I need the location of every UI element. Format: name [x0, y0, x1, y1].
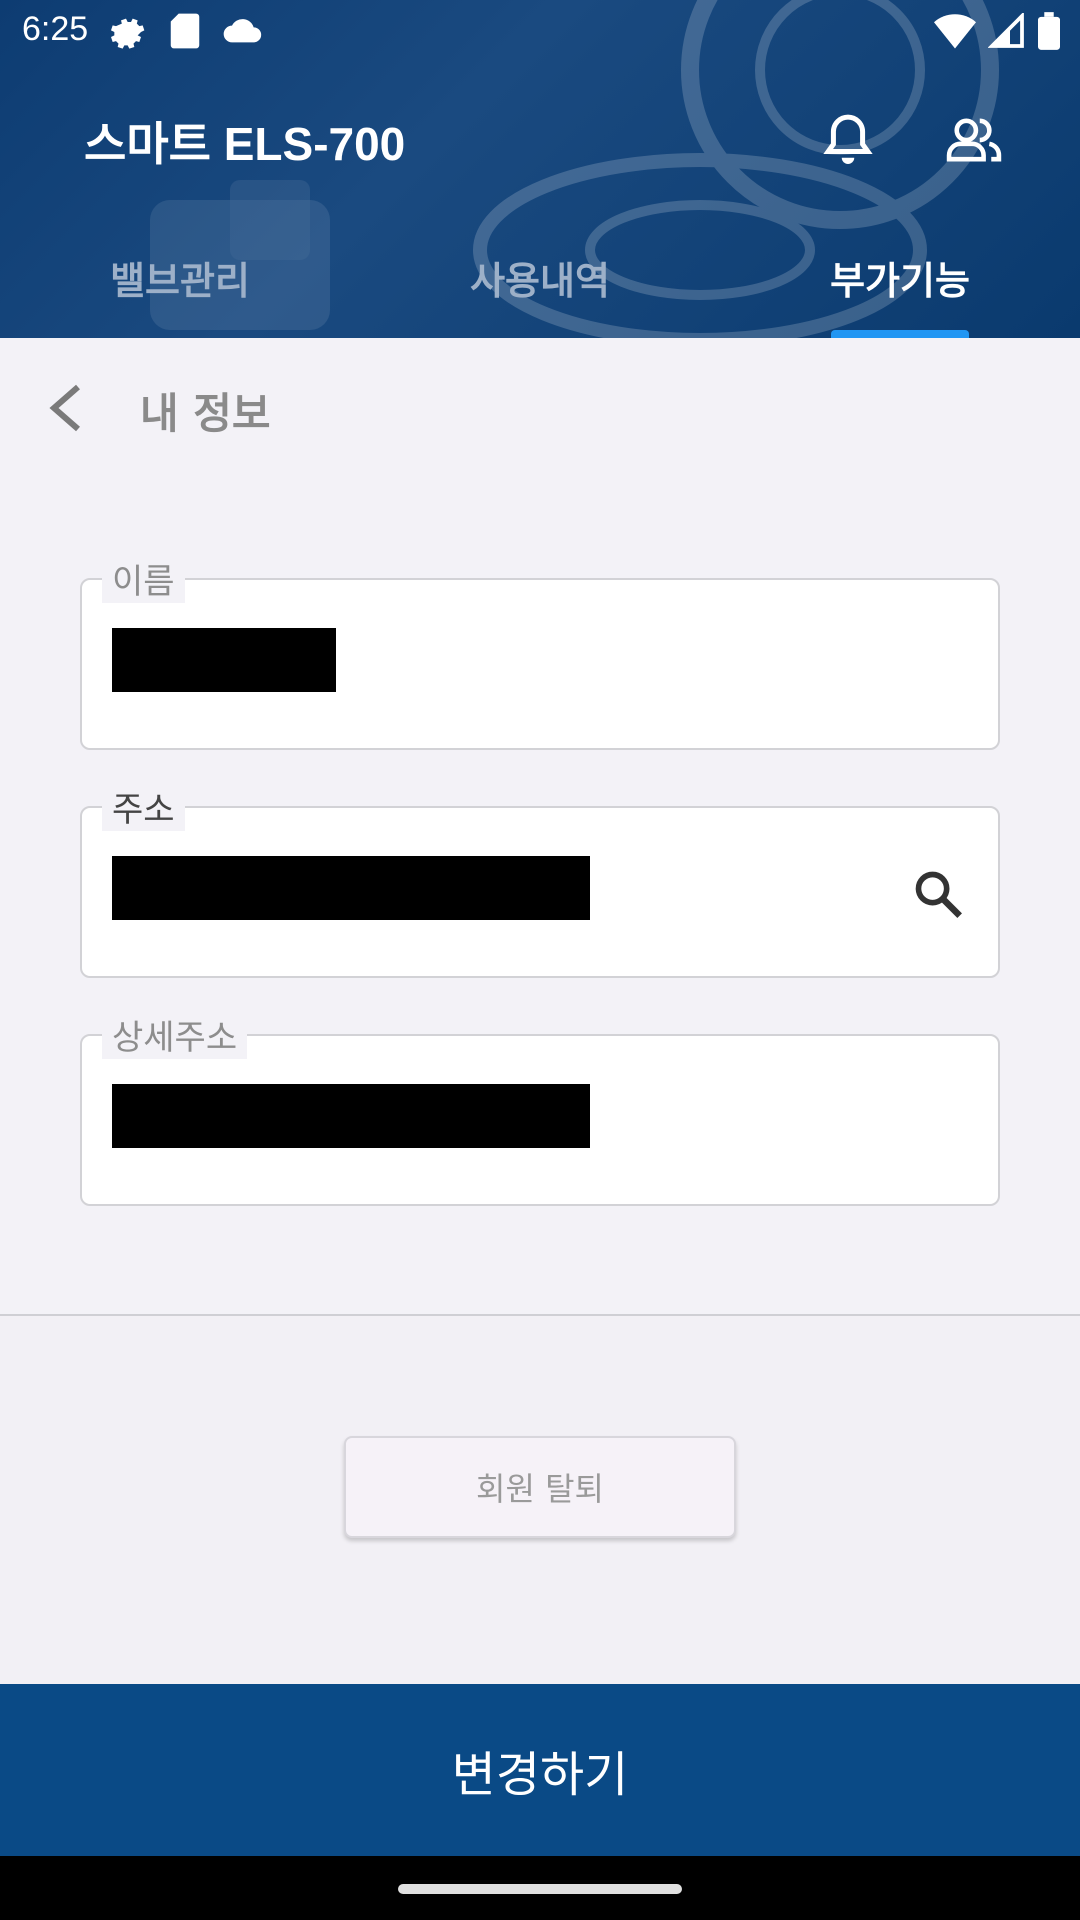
status-time: 6:25 [22, 10, 89, 48]
submit-change-button[interactable]: 변경하기 [0, 1684, 1080, 1856]
app-title: 스마트 ELS-700 [84, 118, 406, 170]
profile-card: 내 정보 이름 주소 상세주소 [0, 338, 1080, 1316]
name-value-redacted [112, 628, 336, 692]
tab-usage-history[interactable]: 사용내역 [360, 236, 720, 338]
tab-extra-features[interactable]: 부가기능 [720, 236, 1080, 338]
chevron-left-icon [49, 384, 80, 432]
address-detail-field-label: 상세주소 [102, 1010, 248, 1059]
address-detail-field[interactable]: 상세주소 [80, 1010, 1000, 1206]
notification-button[interactable] [816, 108, 880, 172]
bell-icon [823, 114, 873, 164]
name-field-label: 이름 [102, 554, 185, 603]
search-icon [915, 871, 962, 918]
battery-icon [1038, 12, 1060, 50]
wifi-icon [934, 14, 976, 49]
tab-label: 밸브관리 [110, 259, 250, 303]
name-field[interactable]: 이름 [80, 554, 1000, 750]
address-field-label: 주소 [102, 782, 185, 831]
address-value-redacted [112, 856, 590, 920]
settings-icon [111, 18, 145, 49]
app-header: 6:25 스마트 ELS-700 밸브관리 사용내역 부가기능 [0, 0, 1080, 338]
home-indicator[interactable] [398, 1884, 682, 1894]
tab-valve-management[interactable]: 밸브관리 [0, 236, 360, 338]
tab-active-indicator [831, 330, 969, 338]
back-button[interactable] [40, 378, 90, 438]
sub-header: 내 정보 [0, 338, 1080, 468]
status-bar: 6:25 [0, 0, 1080, 64]
people-icon [946, 118, 1002, 162]
account-button[interactable] [942, 108, 1006, 172]
page-title: 내 정보 [140, 389, 271, 438]
address-search-button[interactable] [912, 868, 964, 920]
sd-card-icon [170, 13, 200, 49]
signal-icon [988, 13, 1024, 48]
tab-label: 부가기능 [830, 259, 970, 303]
address-field[interactable]: 주소 [80, 782, 1000, 978]
withdraw-membership-button[interactable]: 회원 탈퇴 [344, 1436, 736, 1538]
cloud-icon [223, 19, 262, 43]
tab-bar: 밸브관리 사용내역 부가기능 [0, 236, 1080, 338]
address-detail-value-redacted [112, 1084, 590, 1148]
tab-label: 사용내역 [470, 259, 610, 303]
